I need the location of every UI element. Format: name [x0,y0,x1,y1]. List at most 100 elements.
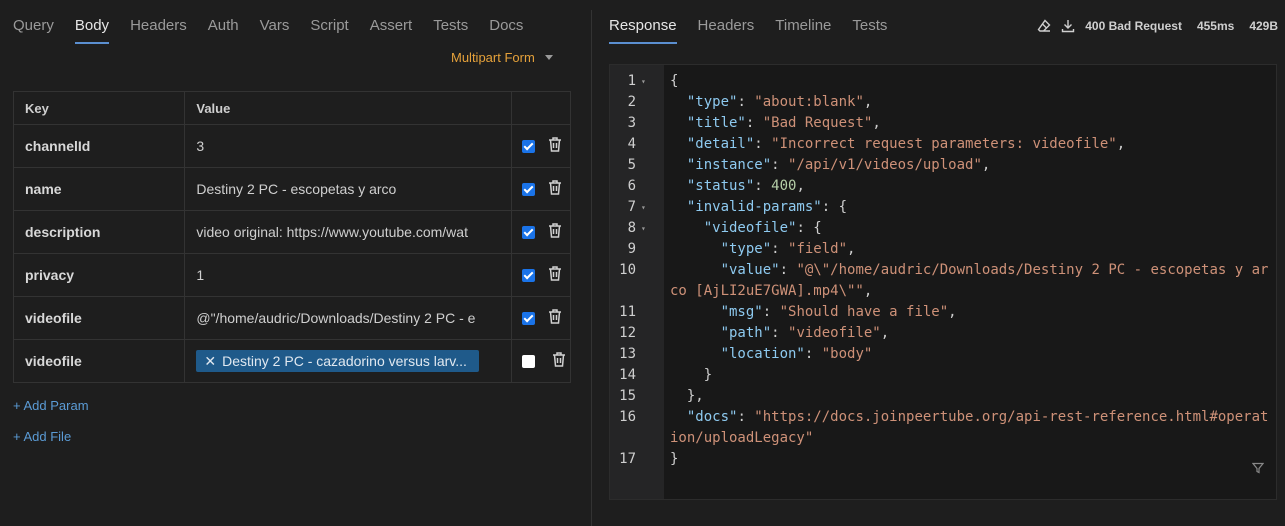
tab-body[interactable]: Body [74,16,110,44]
json-punct: : [754,178,772,194]
response-status-bar: 400 Bad Request 455ms 429B [1037,16,1278,36]
json-string: "field" [788,241,848,257]
trash-icon[interactable] [551,351,567,371]
param-key[interactable]: name [12,167,186,211]
json-string: "videofile" [788,325,881,341]
trash-icon[interactable] [547,265,563,285]
param-key[interactable]: channelId [12,124,186,168]
tab-headers[interactable]: Headers [698,16,755,44]
json-punct: , [872,115,881,131]
json-string: "body" [821,346,873,362]
tab-headers[interactable]: Headers [130,16,187,44]
tab-query[interactable]: Query [13,16,54,44]
add-file-link[interactable]: + Add File [13,429,71,444]
close-icon[interactable]: ✕ [204,353,216,370]
param-value[interactable]: video original: https://www.youtube.com/… [184,210,512,254]
trash-icon[interactable] [547,308,563,328]
line-number: 7 [627,199,636,215]
code-line: 12 "path": "videofile", [610,323,1276,344]
json-punct: : [779,262,797,278]
line-number: 6 [627,178,636,194]
json-punct: , [880,325,890,341]
actions-column-header [510,91,572,125]
table-row: name Destiny 2 PC - escopetas y arco [12,167,572,211]
table-row: videofile ✕ Destiny 2 PC - cazadorino ve… [12,339,572,383]
fold-arrow-icon[interactable]: ▾ [641,218,646,239]
key-column-header: Key [12,91,186,125]
line-text: "instance": "/api/v1/videos/upload", [670,155,1270,176]
code-line: 3 "title": "Bad Request", [610,113,1276,134]
json-punct: : [804,346,822,362]
body-mode-select[interactable]: Multipart Form [451,50,553,65]
code-line: 8 ▾ "videofile": { [610,218,1276,239]
response-body-editor[interactable]: 1 ▾{2 "type": "about:blank", 3 "title": "B… [609,64,1277,500]
line-number: 11 [619,304,636,320]
tab-timeline[interactable]: Timeline [775,16,831,44]
param-key[interactable]: videofile [12,296,186,340]
table-row: channelId 3 [12,124,572,168]
param-value[interactable]: @"/home/audric/Downloads/Destiny 2 PC - … [184,296,512,340]
tab-response[interactable]: Response [609,16,677,44]
enable-checkbox[interactable] [521,354,535,368]
tab-script[interactable]: Script [310,16,348,44]
json-punct: , [796,178,805,194]
fold-arrow-icon[interactable]: ▾ [641,197,646,218]
line-text: "msg": "Should have a file", [670,302,1270,323]
param-key[interactable]: videofile [12,339,186,383]
tab-assert[interactable]: Assert [370,16,413,44]
enable-checkbox[interactable] [521,139,535,153]
json-key: "videofile" [703,220,797,236]
param-key[interactable]: privacy [12,253,186,297]
enable-checkbox[interactable] [521,182,535,196]
line-text: "status": 400, [670,176,1270,197]
param-value[interactable]: 1 [184,253,512,297]
param-value[interactable]: 3 [184,124,512,168]
param-value[interactable]: ✕ Destiny 2 PC - cazadorino versus larv.… [184,339,512,383]
eraser-icon[interactable] [1037,19,1051,33]
tab-docs[interactable]: Docs [489,16,523,44]
line-number: 12 [619,325,636,341]
fold-arrow-icon[interactable]: ▾ [641,71,646,92]
code-line: 4 "detail": "Incorrect request parameter… [610,134,1276,155]
add-param-link[interactable]: + Add Param [13,398,89,413]
line-number: 4 [627,136,636,152]
code-line: 9 "type": "field", [610,239,1276,260]
response-pane: Response Headers Timeline Tests 400 Bad Req… [592,0,1285,526]
status-code: 400 Bad Request [1085,19,1182,33]
json-key: "type" [720,241,772,257]
table-row: videofile @"/home/audric/Downloads/Destin… [12,296,572,340]
json-punct: : [771,325,789,341]
filter-icon[interactable] [1251,461,1265,477]
tab-tests[interactable]: Tests [852,16,887,44]
file-chip[interactable]: ✕ Destiny 2 PC - cazadorino versus larv.… [196,350,480,372]
json-string: "Incorrect request parameters: videofile… [771,136,1117,152]
trash-icon[interactable] [547,179,563,199]
param-actions [510,253,572,297]
tab-vars[interactable]: Vars [260,16,290,44]
enable-checkbox[interactable] [521,311,535,325]
code-line: 6 "status": 400, [610,176,1276,197]
trash-icon[interactable] [547,222,563,242]
tab-tests[interactable]: Tests [433,16,468,44]
json-punct: , [863,94,873,110]
line-number: 3 [627,115,636,131]
json-key: "instance" [686,157,772,173]
enable-checkbox[interactable] [521,225,535,239]
download-icon[interactable] [1061,19,1075,33]
param-key[interactable]: description [12,210,186,254]
tab-auth[interactable]: Auth [208,16,239,44]
line-text: }, [670,386,1270,407]
json-punct: : [771,157,789,173]
param-value[interactable]: Destiny 2 PC - escopetas y arco [184,167,512,211]
json-key: "location" [720,346,805,362]
code-line: 11 "msg": "Should have a file", [610,302,1276,323]
trash-icon[interactable] [547,136,563,156]
line-text: "videofile": { [670,218,1270,239]
json-punct: : { [821,199,848,215]
json-key: "type" [686,94,738,110]
json-string: "https://docs.joinpeertube.org/api-rest-… [670,409,1269,446]
enable-checkbox[interactable] [521,268,535,282]
